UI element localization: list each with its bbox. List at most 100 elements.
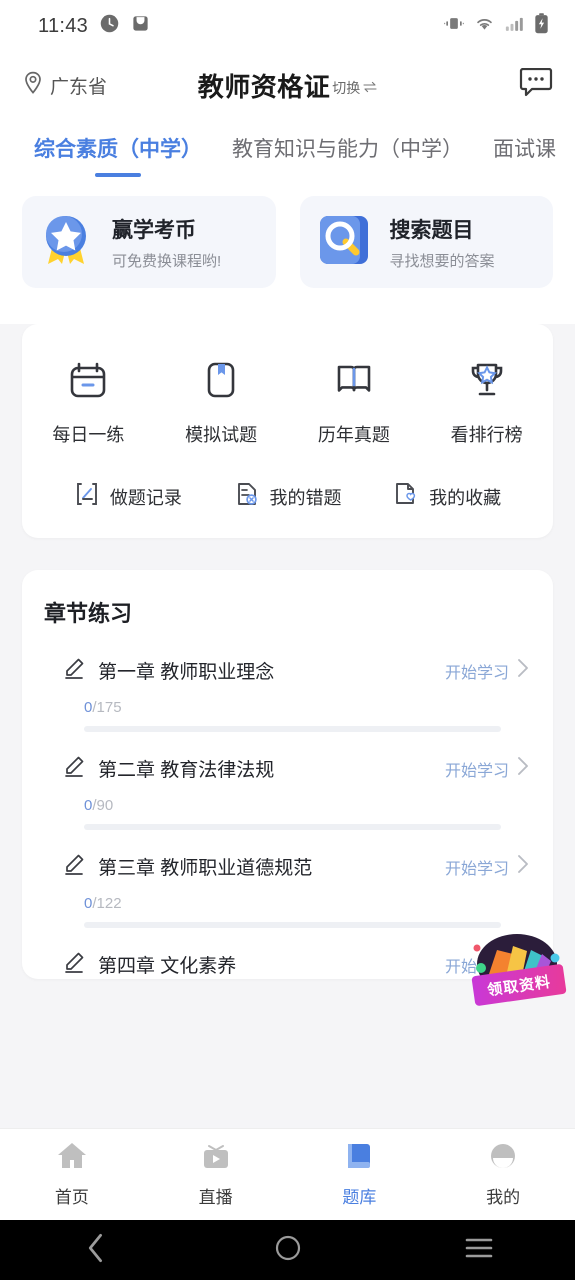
chapter-row[interactable]: 第四章 文化素养 开始学习	[44, 928, 531, 979]
quick-action-leaderboard[interactable]: 看排行榜	[420, 358, 553, 447]
home-circle-icon	[274, 1234, 302, 1267]
clock-badge-icon	[99, 13, 120, 39]
nav-label: 题库	[342, 1188, 377, 1207]
tab-comprehensive-quality[interactable]: 综合素质（中学）	[34, 133, 202, 165]
book-icon	[344, 1141, 374, 1176]
banner-earn-coins-text: 赢学考币 可免费换课程哟!	[112, 214, 221, 271]
pencil-icon	[62, 754, 86, 783]
location-selector[interactable]: 广东省	[22, 71, 107, 100]
wifi-icon	[474, 15, 495, 37]
trophy-icon	[465, 358, 509, 407]
get-materials-floating-button[interactable]: 领取资料	[467, 928, 567, 1022]
chapter-title: 第四章 文化素养	[98, 956, 237, 977]
android-system-bar	[0, 1220, 575, 1280]
inbox-icon	[131, 14, 150, 38]
chapter-start-button[interactable]: 开始学习	[445, 658, 531, 683]
switch-exam-button[interactable]: 切换	[332, 78, 377, 98]
recents-button[interactable]	[383, 1237, 575, 1264]
pencil-icon	[62, 950, 86, 979]
tab-education-knowledge[interactable]: 教育知识与能力（中学）	[232, 133, 463, 165]
message-button[interactable]	[519, 67, 553, 103]
chapter-progress-total: /175	[92, 699, 122, 716]
app-header: 广东省 教师资格证 切换	[0, 52, 575, 118]
quick-actions-card: 每日一练 模拟试题 历年真题 看排行榜 做题记录 我的错题 我的收藏	[22, 324, 553, 538]
chapter-row-header: 第一章 教师职业理念 开始学习	[44, 656, 531, 685]
file-error-icon	[234, 481, 260, 512]
status-bar-left: 11:43	[38, 13, 150, 39]
home-icon	[56, 1141, 88, 1176]
chevron-right-icon	[515, 854, 531, 879]
quick-action-practice-record[interactable]: 做题记录	[48, 481, 208, 512]
quick-actions-secondary-row: 做题记录 我的错题 我的收藏	[22, 481, 553, 512]
medal-star-icon	[34, 208, 98, 277]
chapter-start-button[interactable]: 开始学习	[445, 756, 531, 781]
nav-item-home[interactable]: 首页	[0, 1129, 144, 1220]
page-title: 教师资格证	[197, 71, 331, 102]
quick-action-wrong-questions[interactable]: 我的错题	[208, 481, 368, 512]
calendar-icon	[66, 358, 110, 407]
chapter-progress-total: /90	[92, 797, 114, 814]
status-bar-right	[444, 13, 549, 39]
quick-action-daily-practice[interactable]: 每日一练	[22, 358, 155, 447]
chevron-right-icon	[515, 658, 531, 683]
chapter-row[interactable]: 第三章 教师职业道德规范 开始学习 0/122	[44, 830, 531, 928]
chapter-title: 第二章 教育法律法规	[98, 760, 275, 781]
swap-icon	[363, 80, 377, 96]
message-icon	[519, 67, 553, 103]
nav-item-question-bank[interactable]: 题库	[288, 1129, 432, 1220]
switch-label: 切换	[332, 80, 361, 96]
search-square-icon	[312, 208, 376, 277]
back-icon	[85, 1233, 107, 1268]
chapter-title: 第一章 教师职业理念	[98, 662, 275, 683]
pencil-icon	[62, 656, 86, 685]
file-heart-icon	[393, 481, 419, 512]
chapter-practice-heading: 章节练习	[44, 601, 133, 626]
status-bar: 11:43	[0, 0, 575, 52]
promo-banner-row: 赢学考币 可免费换课程哟! 搜索题目 寻找想要的答案	[0, 180, 575, 288]
chapter-progress-count: 0/175	[84, 699, 531, 716]
chapter-row[interactable]: 第二章 教育法律法规 开始学习 0/90	[44, 732, 531, 830]
location-pin-icon	[22, 71, 44, 100]
nav-item-live[interactable]: 直播	[144, 1129, 288, 1220]
pencil-icon	[62, 852, 86, 881]
profile-icon	[488, 1141, 518, 1176]
back-button[interactable]	[0, 1233, 192, 1268]
banner-subtitle: 可免费换课程哟!	[112, 252, 222, 270]
banner-search-question[interactable]: 搜索题目 寻找想要的答案	[299, 196, 553, 288]
quick-action-label: 每日一练	[52, 425, 125, 445]
chapter-row-header: 第四章 文化素养 开始学习	[44, 950, 531, 979]
nav-label: 直播	[198, 1188, 233, 1207]
home-button[interactable]	[192, 1234, 384, 1267]
signal-icon	[505, 15, 524, 37]
recents-icon	[465, 1237, 493, 1264]
chapter-start-button[interactable]: 开始学习	[445, 854, 531, 879]
open-book-icon	[332, 358, 376, 407]
chapter-progress-total: /122	[92, 895, 122, 912]
tab-interview-course[interactable]: 面试课	[493, 133, 556, 165]
nav-item-profile[interactable]: 我的	[431, 1129, 575, 1220]
quick-actions-primary-row: 每日一练 模拟试题 历年真题 看排行榜	[22, 358, 553, 447]
chapter-start-label: 开始学习	[444, 860, 509, 878]
banner-title: 搜索题目	[389, 218, 474, 242]
banner-earn-coins[interactable]: 赢学考币 可免费换课程哟!	[22, 196, 276, 288]
quick-action-past-papers[interactable]: 历年真题	[288, 358, 421, 447]
quick-action-label: 做题记录	[109, 487, 182, 508]
chapter-row[interactable]: 第一章 教师职业理念 开始学习 0/175	[44, 634, 531, 732]
quick-action-label: 看排行榜	[450, 425, 523, 445]
category-tabs[interactable]: 综合素质（中学） 教育知识与能力（中学） 面试课	[0, 118, 575, 180]
nav-label: 我的	[486, 1188, 521, 1207]
note-record-icon	[74, 481, 100, 512]
quick-action-label: 我的错题	[269, 487, 342, 508]
quick-action-label: 模拟试题	[185, 425, 258, 445]
quick-action-my-favorites[interactable]: 我的收藏	[367, 481, 527, 512]
chapter-row-header: 第二章 教育法律法规 开始学习	[44, 754, 531, 783]
chevron-right-icon	[515, 756, 531, 781]
banner-bottom-spacer	[0, 288, 575, 324]
chapter-progress-count: 0/122	[84, 895, 531, 912]
location-label: 广东省	[50, 76, 108, 98]
quick-action-label: 历年真题	[317, 425, 390, 445]
chapter-progress-count: 0/90	[84, 797, 531, 814]
banner-subtitle: 寻找想要的答案	[389, 252, 495, 270]
chapter-start-label: 开始学习	[444, 762, 509, 780]
quick-action-mock-exam[interactable]: 模拟试题	[155, 358, 288, 447]
